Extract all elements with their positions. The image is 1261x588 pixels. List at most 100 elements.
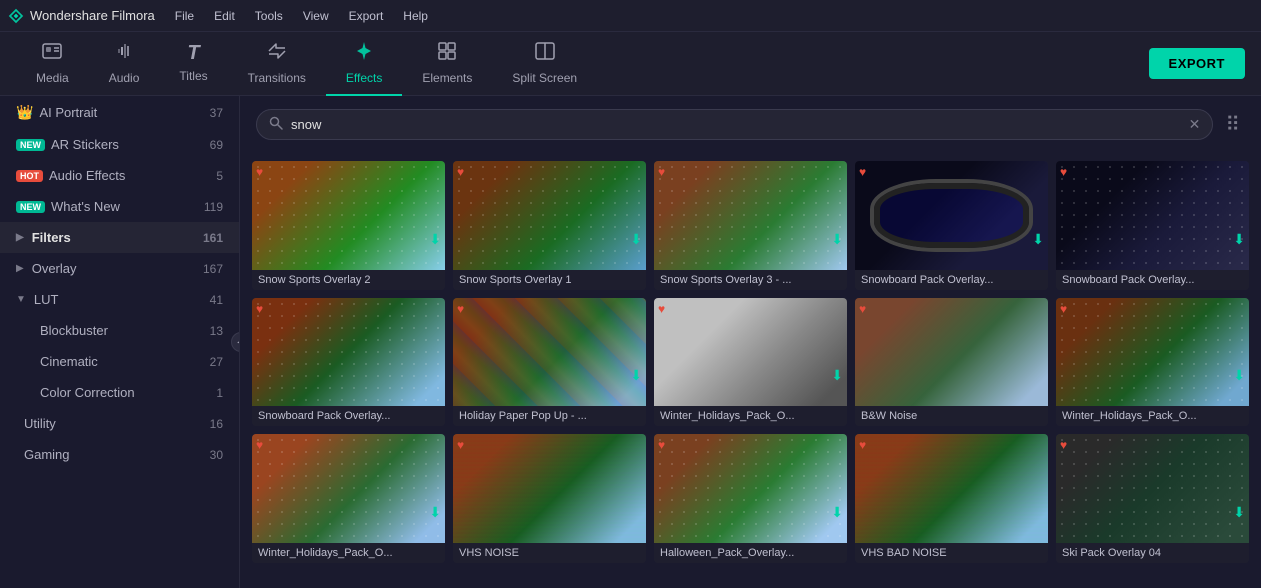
download-icon[interactable]: ⬇ bbox=[429, 504, 441, 521]
card-thumbnail: ♥ ⬇ bbox=[1056, 161, 1249, 270]
media-card-7[interactable]: ♥ ⬇ Holiday Paper Pop Up - ... bbox=[453, 298, 646, 427]
toolbar-effects-label: Effects bbox=[346, 71, 382, 85]
heart-icon[interactable]: ♥ bbox=[658, 165, 665, 179]
sidebar-item-overlay[interactable]: ▶ Overlay 167 bbox=[0, 253, 239, 284]
sidebar-count-whats-new: 119 bbox=[204, 200, 223, 214]
badge-new-ar: NEW bbox=[16, 139, 45, 151]
sidebar-item-gaming[interactable]: Gaming 30 bbox=[0, 439, 239, 470]
sidebar-item-blockbuster[interactable]: Blockbuster 13 bbox=[0, 315, 239, 346]
card-title: Holiday Paper Pop Up - ... bbox=[453, 406, 646, 426]
media-card-15[interactable]: ♥ ⬇ Ski Pack Overlay 04 bbox=[1056, 434, 1249, 563]
toolbar-audio[interactable]: Audio bbox=[89, 32, 160, 96]
sidebar-item-ai-portrait[interactable]: 👑 AI Portrait 37 bbox=[0, 96, 239, 129]
media-card-3[interactable]: ♥ ⬇ Snow Sports Overlay 3 - ... bbox=[654, 161, 847, 290]
vhs-overlay bbox=[453, 434, 646, 543]
menu-help[interactable]: Help bbox=[395, 7, 436, 25]
sidebar-item-ar-stickers[interactable]: NEW AR Stickers 69 bbox=[0, 129, 239, 160]
download-icon[interactable]: ⬇ bbox=[1233, 504, 1245, 521]
heart-icon[interactable]: ♥ bbox=[457, 438, 464, 452]
download-icon[interactable]: ⬇ bbox=[1233, 231, 1245, 248]
media-card-9[interactable]: ♥ B&W Noise bbox=[855, 298, 1048, 427]
app-name: Wondershare Filmora bbox=[30, 8, 155, 23]
sidebar-item-cinematic[interactable]: Cinematic 27 bbox=[0, 346, 239, 377]
card-thumbnail: ♥ ⬇ bbox=[855, 161, 1048, 270]
clear-search-icon[interactable]: ✕ bbox=[1189, 116, 1201, 133]
heart-icon[interactable]: ♥ bbox=[256, 438, 263, 452]
snow-overlay bbox=[1056, 161, 1249, 270]
toolbar-elements[interactable]: Elements bbox=[402, 32, 492, 96]
menu-view[interactable]: View bbox=[295, 7, 337, 25]
download-icon[interactable]: ⬇ bbox=[630, 367, 642, 384]
heart-icon[interactable]: ♥ bbox=[457, 165, 464, 179]
media-card-14[interactable]: ♥ VHS BAD NOISE bbox=[855, 434, 1048, 563]
heart-icon[interactable]: ♥ bbox=[658, 302, 665, 316]
media-card-12[interactable]: ♥ VHS NOISE bbox=[453, 434, 646, 563]
card-thumbnail: ♥ ⬇ bbox=[654, 161, 847, 270]
snow-overlay bbox=[654, 434, 847, 543]
media-card-5[interactable]: ♥ ⬇ Snowboard Pack Overlay... bbox=[1056, 161, 1249, 290]
toolbar-split-screen[interactable]: Split Screen bbox=[492, 32, 597, 96]
search-icon bbox=[269, 116, 283, 133]
media-card-10[interactable]: ♥ ⬇ Winter_Holidays_Pack_O... bbox=[1056, 298, 1249, 427]
heart-icon[interactable]: ♥ bbox=[256, 165, 263, 179]
media-card-11[interactable]: ♥ ⬇ Winter_Holidays_Pack_O... bbox=[252, 434, 445, 563]
heart-icon[interactable]: ♥ bbox=[859, 302, 866, 316]
download-icon[interactable]: ⬇ bbox=[831, 231, 843, 248]
card-title: Winter_Holidays_Pack_O... bbox=[1056, 406, 1249, 426]
sidebar-label-utility: Utility bbox=[24, 416, 210, 431]
app-logo: Wondershare Filmora bbox=[8, 8, 155, 24]
sidebar-count-cinematic: 27 bbox=[210, 355, 223, 369]
sidebar-label-audio-effects: Audio Effects bbox=[49, 168, 216, 183]
heart-icon[interactable]: ♥ bbox=[256, 302, 263, 316]
sidebar-item-utility[interactable]: Utility 16 bbox=[0, 408, 239, 439]
goggles-overlay bbox=[855, 161, 1048, 270]
sidebar-count-audio-effects: 5 bbox=[216, 169, 223, 183]
card-thumbnail: ♥ ⬇ bbox=[654, 298, 847, 407]
search-input[interactable] bbox=[291, 117, 1181, 132]
toolbar-effects[interactable]: Effects bbox=[326, 32, 402, 96]
media-card-13[interactable]: ♥ ⬇ Halloween_Pack_Overlay... bbox=[654, 434, 847, 563]
download-icon[interactable]: ⬇ bbox=[831, 504, 843, 521]
expand-icon-filters: ▶ bbox=[16, 232, 24, 243]
expand-icon-lut: ▼ bbox=[16, 294, 26, 305]
export-button[interactable]: EXPORT bbox=[1149, 48, 1245, 79]
download-icon[interactable]: ⬇ bbox=[831, 367, 843, 384]
toolbar-media[interactable]: Media bbox=[16, 32, 89, 96]
menu-tools[interactable]: Tools bbox=[247, 7, 291, 25]
media-card-1[interactable]: ♥ ⬇ Snow Sports Overlay 2 bbox=[252, 161, 445, 290]
menu-edit[interactable]: Edit bbox=[206, 7, 243, 25]
media-card-4[interactable]: ♥ ⬇ Snowboard Pack Overlay... bbox=[855, 161, 1048, 290]
sidebar-count-overlay: 167 bbox=[203, 262, 223, 276]
toolbar-transitions[interactable]: Transitions bbox=[228, 32, 326, 96]
heart-icon[interactable]: ♥ bbox=[1060, 302, 1067, 316]
heart-icon[interactable]: ♥ bbox=[1060, 165, 1067, 179]
menu-file[interactable]: File bbox=[167, 7, 202, 25]
snow-overlay bbox=[252, 298, 445, 407]
sidebar-item-audio-effects[interactable]: HOT Audio Effects 5 bbox=[0, 160, 239, 191]
toolbar-split-screen-label: Split Screen bbox=[512, 71, 577, 85]
toolbar-titles[interactable]: T Titles bbox=[159, 32, 227, 96]
heart-icon[interactable]: ♥ bbox=[859, 165, 866, 179]
sidebar-label-blockbuster: Blockbuster bbox=[40, 323, 210, 338]
card-thumbnail: ♥ bbox=[453, 434, 646, 543]
download-icon[interactable]: ⬇ bbox=[630, 231, 642, 248]
heart-icon[interactable]: ♥ bbox=[859, 438, 866, 452]
sidebar-item-whats-new[interactable]: NEW What's New 119 bbox=[0, 191, 239, 222]
heart-icon[interactable]: ♥ bbox=[658, 438, 665, 452]
download-icon[interactable]: ⬇ bbox=[1233, 367, 1245, 384]
heart-icon[interactable]: ♥ bbox=[457, 302, 464, 316]
media-card-6[interactable]: ♥ Snowboard Pack Overlay... bbox=[252, 298, 445, 427]
media-card-2[interactable]: ♥ ⬇ Snow Sports Overlay 1 bbox=[453, 161, 646, 290]
sidebar-item-color-correction[interactable]: Color Correction 1 bbox=[0, 377, 239, 408]
download-icon[interactable]: ⬇ bbox=[429, 231, 441, 248]
toolbar-titles-label: Titles bbox=[179, 69, 207, 83]
download-icon[interactable]: ⬇ bbox=[1032, 231, 1044, 248]
sidebar-item-lut[interactable]: ▼ LUT 41 bbox=[0, 284, 239, 315]
toolbar-media-label: Media bbox=[36, 71, 69, 85]
media-card-8[interactable]: ♥ ⬇ Winter_Holidays_Pack_O... bbox=[654, 298, 847, 427]
heart-icon[interactable]: ♥ bbox=[1060, 438, 1067, 452]
grid-toggle-icon[interactable]: ⠿ bbox=[1221, 108, 1245, 141]
sidebar-item-filters[interactable]: ▶ Filters 161 bbox=[0, 222, 239, 253]
menu-export[interactable]: Export bbox=[341, 7, 392, 25]
card-title: Winter_Holidays_Pack_O... bbox=[654, 406, 847, 426]
